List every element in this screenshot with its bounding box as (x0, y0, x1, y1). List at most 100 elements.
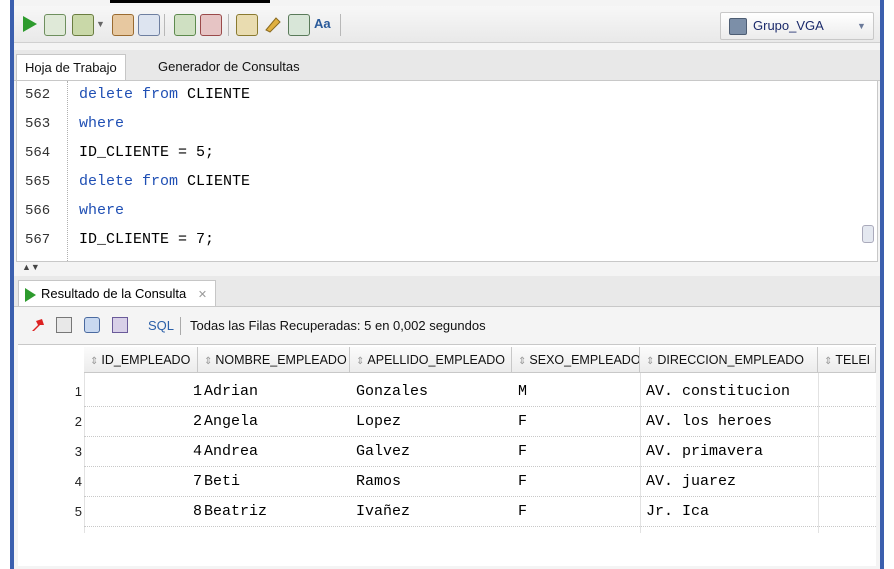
cell-nombre-empleado: Adrian (204, 383, 259, 400)
cell-direccion-empleado: AV. primavera (646, 443, 764, 460)
column-header-sexo-empleado[interactable]: ⇕ SEXO_EMPLEADO (512, 347, 640, 373)
sql-editor[interactable]: 562 delete from CLIENTE 563 where 564 ID_CLIE… (16, 80, 878, 262)
code-line[interactable]: where (79, 202, 124, 219)
cell-direccion-empleado: AV. constitucion (646, 383, 791, 400)
row-divider (84, 526, 876, 527)
results-grid[interactable]: ⇕ ID_EMPLEADO ⇕ NOMBRE_EMPLEADO ⇕ APELLIDO_… (18, 344, 876, 566)
sql-text: ID_CLIENTE = 7; (79, 231, 215, 248)
row-number: 1 (74, 384, 82, 399)
cell-apellido-empleado: Ramos (356, 473, 402, 490)
cell-nombre-empleado: Beatriz (204, 503, 268, 520)
code-line[interactable]: ID_CLIENTE = 7; (79, 231, 214, 248)
code-line[interactable]: where (79, 115, 124, 132)
table-row[interactable]: 3 4 Andrea Galvez F AV. primavera (18, 437, 876, 467)
run-result-icon (25, 288, 36, 302)
sort-icon: ⇕ (518, 356, 527, 367)
line-number: 565 (25, 174, 51, 190)
toolbar-separator (340, 14, 341, 36)
results-tab-bar: Resultado de la Consulta ✕ (14, 276, 880, 307)
table-row[interactable]: 4 7 Beti Ramos F AV. juarez (18, 467, 876, 497)
run-script-icon[interactable] (44, 14, 66, 36)
cell-direccion-empleado: AV. juarez (646, 473, 737, 490)
cell-nombre-empleado: Angela (204, 413, 259, 430)
cell-apellido-empleado: Ivañez (356, 503, 411, 520)
table-row[interactable]: 2 2 Angela Lopez F AV. los heroes (18, 407, 876, 437)
cell-sexo-empleado: M (518, 383, 528, 400)
grid-scrollbar[interactable] (862, 375, 874, 545)
editor-scrollbar-thumb[interactable] (862, 225, 874, 243)
format-icon[interactable]: Aa (314, 14, 334, 34)
tab-resultado-de-la-consulta[interactable]: Resultado de la Consulta ✕ (18, 280, 217, 306)
sort-icon: ⇕ (90, 356, 99, 367)
sort-icon: ⇕ (646, 356, 655, 367)
sql-keyword: delete from (79, 86, 179, 103)
line-number: 563 (25, 116, 51, 132)
code-line[interactable]: delete from CLIENTE (79, 86, 250, 103)
app-window: ▼ Aa Grupo_VGA ▼ Hoja de Trabajo Generad… (10, 0, 884, 569)
code-line[interactable]: delete from CLIENTE (79, 173, 250, 190)
autotrace-icon[interactable] (138, 14, 160, 36)
results-status: Todas las Filas Recuperadas: 5 en 0,002 … (190, 318, 486, 333)
row-number: 4 (74, 474, 82, 489)
sql-text: ID_CLIENTE = 5; (79, 144, 215, 161)
top-underline (110, 0, 270, 3)
cell-nombre-empleado: Andrea (204, 443, 259, 460)
eraser-icon[interactable] (262, 14, 282, 34)
line-number: 566 (25, 203, 51, 219)
explain-plan-icon[interactable] (174, 14, 196, 36)
column-header-telefono[interactable]: ⇕ TELEI (818, 347, 876, 373)
toolbar-separator (180, 317, 181, 335)
sql-tuning-icon[interactable] (200, 14, 222, 36)
connection-selector[interactable]: Grupo_VGA ▼ (720, 12, 874, 40)
refresh-icon[interactable] (84, 317, 100, 333)
cell-apellido-empleado: Lopez (356, 413, 402, 430)
database-connection-icon (729, 18, 747, 35)
editor-scrollbar[interactable] (861, 85, 874, 255)
line-number: 564 (25, 145, 51, 161)
cell-apellido-empleado: Galvez (356, 443, 411, 460)
code-line[interactable]: ID_CLIENTE = 5; (79, 144, 214, 161)
sort-icon: ⇕ (204, 356, 213, 367)
cell-id-empleado: 7 (192, 473, 202, 490)
commit-icon[interactable] (72, 14, 94, 36)
history-icon[interactable] (288, 14, 310, 36)
dropdown-arrow-icon[interactable]: ▼ (96, 14, 106, 34)
cell-sexo-empleado: F (518, 413, 528, 430)
results-toolbar: SQL Todas las Filas Recuperadas: 5 en 0,… (14, 308, 880, 344)
pin-icon[interactable] (30, 317, 46, 333)
monitor-icon[interactable] (236, 14, 258, 36)
cell-nombre-empleado: Beti (204, 473, 241, 490)
table-row[interactable]: 5 8 Beatriz Ivañez F Jr. Ica (18, 497, 876, 527)
sort-icon: ⇕ (824, 356, 833, 367)
line-number: 567 (25, 232, 51, 248)
cell-apellido-empleado: Gonzales (356, 383, 429, 400)
line-number: 562 (25, 87, 51, 103)
results-tab-label: Resultado de la Consulta (41, 286, 187, 301)
row-number: 3 (74, 444, 82, 459)
tab-generador-de-consultas[interactable]: Generador de Consultas (150, 54, 308, 80)
tab-hoja-de-trabajo[interactable]: Hoja de Trabajo (16, 54, 126, 80)
sql-keyword: where (79, 202, 125, 219)
column-header-apellido-empleado[interactable]: ⇕ APELLIDO_EMPLEADO (350, 347, 512, 373)
sql-keyword: delete from (79, 173, 179, 190)
splitter-arrows-icon[interactable]: ▲▼ (22, 262, 40, 272)
cell-sexo-empleado: F (518, 473, 528, 490)
print-icon[interactable] (56, 317, 72, 333)
close-icon[interactable]: ✕ (198, 289, 207, 301)
toolbar-separator (164, 14, 165, 36)
table-row[interactable]: 1 1 Adrian Gonzales M AV. constitucion (18, 377, 876, 407)
row-number: 5 (74, 504, 82, 519)
column-header-id-empleado[interactable]: ⇕ ID_EMPLEADO (84, 347, 198, 373)
export-icon[interactable] (112, 317, 128, 333)
main-toolbar: ▼ Aa Grupo_VGA ▼ (14, 6, 880, 43)
cell-id-empleado: 1 (192, 383, 202, 400)
run-icon[interactable] (20, 14, 40, 34)
column-header-nombre-empleado[interactable]: ⇕ NOMBRE_EMPLEADO (198, 347, 350, 373)
chevron-down-icon[interactable]: ▼ (857, 21, 866, 31)
rollback-icon[interactable] (112, 14, 134, 36)
cell-id-empleado: 4 (192, 443, 202, 460)
sql-button[interactable]: SQL (148, 318, 174, 333)
sort-icon: ⇕ (356, 356, 365, 367)
column-header-direccion-empleado[interactable]: ⇕ DIRECCION_EMPLEADO (640, 347, 818, 373)
toolbar-separator (228, 14, 229, 36)
